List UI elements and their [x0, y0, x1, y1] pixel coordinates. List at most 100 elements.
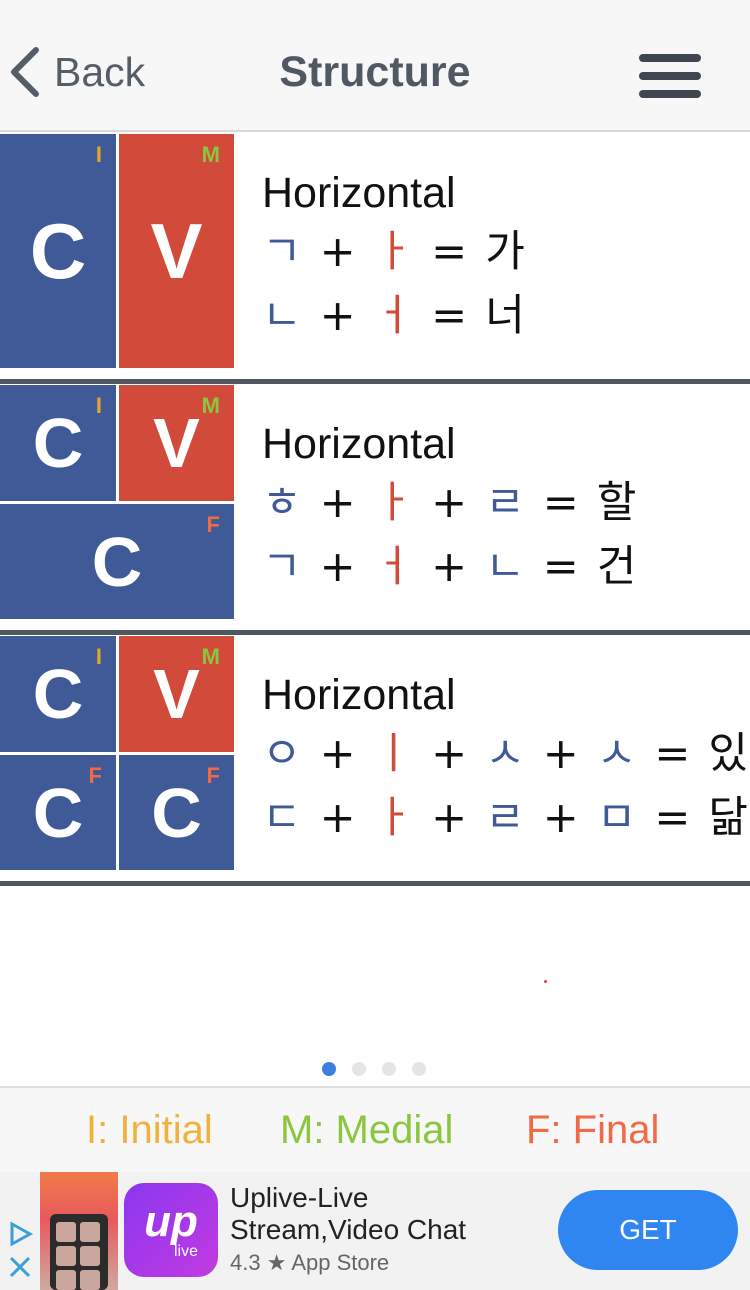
initial-tag: I	[95, 393, 102, 418]
structure-info: Horizontal ㅇ + ㅣ + ㅅ + ㅅ = 있 ㄷ + ㅏ + ㄹ +…	[262, 668, 748, 850]
ad-screenshot-image	[40, 1172, 118, 1290]
equals-sign: =	[542, 477, 579, 528]
syllable-diagram: C I V M	[0, 134, 234, 368]
jamo: ㄴ	[485, 541, 525, 592]
syllable-result: 가	[485, 226, 525, 277]
final-consonant-block: C F	[0, 504, 234, 619]
structure-type: Horizontal	[262, 169, 456, 217]
equation-row: ㄷ + ㅏ + ㄹ + ㅁ = 닮	[262, 786, 748, 850]
app-icon[interactable]: up live	[124, 1183, 218, 1277]
final-consonant-block: C F	[119, 755, 234, 870]
card-divider	[0, 379, 750, 384]
plus-sign: +	[319, 728, 356, 779]
medial-tag: M	[201, 644, 220, 669]
plus-sign: +	[431, 477, 468, 528]
syllable-result: 할	[596, 477, 637, 528]
equals-sign: =	[654, 728, 691, 779]
app-icon-subtext: live	[173, 1243, 198, 1260]
legend-medial: M: Medial	[280, 1108, 454, 1152]
syllable-result: 닮	[708, 792, 748, 843]
jamo: ㅏ	[373, 226, 414, 277]
plus-sign: +	[431, 792, 468, 843]
page-dot[interactable]	[412, 1062, 426, 1076]
ad-app-name[interactable]: Uplive-Live Stream,Video Chat	[230, 1182, 530, 1246]
jamo: ㅏ	[373, 792, 414, 843]
consonant-letter: C	[151, 773, 202, 852]
app-icon-text: up	[144, 1197, 198, 1246]
page-dot[interactable]	[382, 1062, 396, 1076]
jamo: ㄱ	[262, 226, 302, 277]
page-dot[interactable]	[352, 1062, 366, 1076]
plus-sign: +	[319, 477, 356, 528]
consonant-letter: C	[91, 522, 143, 601]
decorative-dot	[544, 980, 547, 983]
jamo: ㅅ	[485, 728, 525, 779]
consonant-block: C I	[0, 385, 116, 501]
vowel-letter: V	[153, 404, 200, 482]
structure-card: C I V M C F Horizontal ㅎ + ㅏ + ㄹ = 할 ㄱ +…	[0, 385, 750, 621]
equals-sign: =	[542, 541, 579, 592]
get-button[interactable]: GET	[558, 1190, 738, 1270]
consonant-letter: C	[32, 773, 84, 852]
jamo: ㄴ	[262, 290, 302, 341]
legend-final: F: Final	[526, 1108, 660, 1152]
structure-type: Horizontal	[262, 671, 456, 719]
jamo: ㅁ	[596, 792, 637, 843]
jamo: ㄱ	[262, 541, 302, 592]
structure-card: C I V M C F C F Horizontal ㅇ + ㅣ + ㅅ + ㅅ…	[0, 636, 750, 872]
syllable-result: 너	[485, 290, 525, 341]
page-dot-active[interactable]	[322, 1062, 336, 1076]
jamo: ㄷ	[262, 792, 302, 843]
vowel-block: V M	[119, 636, 234, 752]
structure-card: C I V M Horizontal ㄱ + ㅏ = 가 ㄴ + ㅓ = 너	[0, 134, 750, 370]
equation-row: ㄴ + ㅓ = 너	[262, 284, 742, 348]
jamo: ㅓ	[373, 290, 414, 341]
jamo: ㅎ	[262, 477, 302, 528]
plus-sign: +	[542, 792, 579, 843]
consonant-block: C I	[0, 636, 116, 752]
equation-row: ㅇ + ㅣ + ㅅ + ㅅ = 있	[262, 722, 748, 786]
hamburger-icon-bar	[639, 90, 701, 98]
syllable-diagram: C I V M C F C F	[0, 636, 234, 870]
final-tag: F	[206, 763, 220, 788]
page-indicator[interactable]	[322, 1062, 442, 1076]
vowel-block: V M	[119, 385, 234, 501]
vowel-letter: V	[153, 655, 200, 733]
card-divider	[0, 881, 750, 886]
jamo: ㄹ	[485, 792, 525, 843]
final-tag: F	[88, 763, 102, 788]
initial-tag: I	[95, 142, 102, 167]
ad-choices-icon[interactable]	[6, 1220, 34, 1280]
final-tag: F	[206, 512, 220, 537]
equation-row: ㄱ + ㅓ + ㄴ = 건	[262, 535, 742, 599]
hamburger-icon-bar	[639, 54, 701, 62]
final-consonant-block: C F	[0, 755, 116, 870]
plus-sign: +	[319, 541, 356, 592]
jamo: ㄹ	[485, 477, 525, 528]
equation-row: ㅎ + ㅏ + ㄹ = 할	[262, 471, 742, 535]
ad-banner[interactable]: up live Uplive-Live Stream,Video Chat 4.…	[0, 1172, 750, 1290]
plus-sign: +	[319, 792, 356, 843]
plus-sign: +	[319, 290, 356, 341]
jamo: ㅅ	[596, 728, 637, 779]
ad-rating: 4.3 ★ App Store	[230, 1250, 390, 1275]
plus-sign: +	[431, 728, 468, 779]
structure-type: Horizontal	[262, 420, 456, 468]
structure-info: Horizontal ㄱ + ㅏ = 가 ㄴ + ㅓ = 너	[262, 166, 742, 348]
card-divider	[0, 630, 750, 635]
plus-sign: +	[431, 541, 468, 592]
jamo: ㅣ	[373, 728, 414, 779]
plus-sign: +	[542, 728, 579, 779]
plus-sign: +	[319, 226, 356, 277]
syllable-diagram: C I V M C F	[0, 385, 234, 619]
consonant-letter: C	[29, 207, 87, 295]
syllable-result: 있	[708, 728, 748, 779]
consonant-letter: C	[32, 404, 84, 482]
menu-button[interactable]	[636, 50, 702, 102]
equals-sign: =	[431, 290, 468, 341]
hamburger-icon-bar	[639, 72, 701, 80]
legend-bar: I: Initial M: Medial F: Final	[0, 1086, 750, 1172]
medial-tag: M	[201, 393, 220, 418]
medial-tag: M	[201, 142, 220, 167]
initial-tag: I	[95, 644, 102, 669]
